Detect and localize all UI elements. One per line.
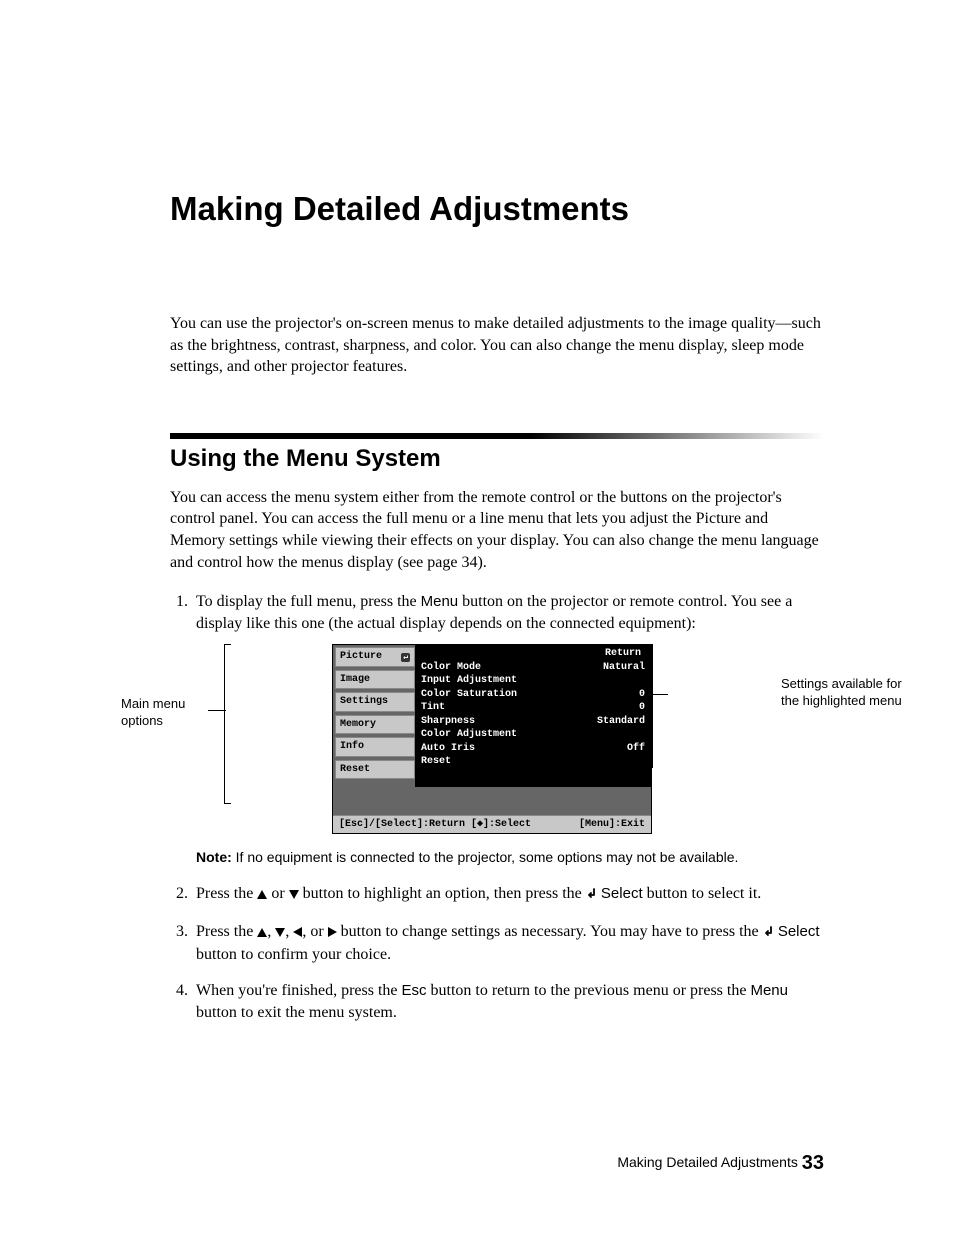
- section-body: You can access the menu system either fr…: [170, 487, 824, 573]
- osd-row-value: Standard: [597, 715, 645, 729]
- osd-tab-settings: Settings: [335, 692, 415, 712]
- osd-tab-reset: Reset: [335, 760, 415, 780]
- callout-left: Main menu options: [121, 696, 206, 730]
- enter-icon: [586, 885, 597, 907]
- osd-spacer: [333, 787, 651, 815]
- note: Note: If no equipment is connected to th…: [196, 848, 824, 867]
- osd-row-label: Sharpness: [421, 715, 475, 729]
- esc-label: Esc: [402, 982, 427, 999]
- step-2-text-a: Press the: [196, 885, 257, 902]
- osd-row-label: Auto Iris: [421, 742, 475, 756]
- step-1-text-a: To display the full menu, press the: [196, 593, 421, 610]
- triangle-right-icon: [328, 927, 337, 937]
- osd-panel: Return Color Mode Natural Input Adjustmen…: [415, 645, 651, 787]
- osd-row: Auto Iris Off: [421, 742, 645, 756]
- osd-row: Reset: [421, 755, 645, 769]
- osd-row-label: Reset: [421, 755, 451, 769]
- select-label: Select: [774, 923, 820, 940]
- page-number: 33: [802, 1152, 824, 1174]
- step-2: Press the or button to highlight an opti…: [192, 883, 824, 907]
- section-heading: Using the Menu System: [170, 445, 824, 473]
- footer-text: Making Detailed Adjustments: [617, 1154, 801, 1170]
- osd-figure: Main menu options Settings available for…: [216, 644, 776, 834]
- osd-footer-left: [Esc]/[Select]:Return [◆]:Select: [339, 818, 531, 832]
- osd-row-label: Tint: [421, 701, 445, 715]
- osd-footer-right: [Menu]:Exit: [579, 818, 645, 832]
- step-2-text-c: button to select it.: [643, 885, 762, 902]
- osd-row-label: Color Adjustment: [421, 728, 517, 742]
- osd-row: Color Mode Natural: [421, 661, 645, 675]
- step-4: When you're finished, press the Esc butt…: [192, 980, 824, 1023]
- osd-row-value: 0: [639, 701, 645, 715]
- step-3: Press the , , , or button to change sett…: [192, 921, 824, 966]
- osd-tab-info: Info: [335, 737, 415, 757]
- osd-row: Color Saturation 0: [421, 688, 645, 702]
- step-1: To display the full menu, press the Menu…: [192, 591, 824, 867]
- enter-icon: ↵: [401, 653, 410, 662]
- triangle-up-icon: [257, 890, 267, 899]
- osd-tab-label: Picture: [340, 650, 382, 664]
- step-2-or: or: [267, 885, 288, 902]
- intro-paragraph: You can use the projector's on-screen me…: [170, 313, 824, 378]
- triangle-up-icon: [257, 928, 267, 937]
- osd-row: Input Adjustment: [421, 674, 645, 688]
- step-4-text-c: button to exit the menu system.: [196, 1004, 397, 1021]
- page-footer: Making Detailed Adjustments 33: [617, 1152, 824, 1175]
- step-3-text-b: button to change settings as necessary. …: [337, 923, 763, 940]
- select-label: Select: [597, 885, 643, 902]
- menu-label: Menu: [750, 982, 788, 999]
- osd-box: Picture ↵ Image Settings Memory Info Res…: [332, 644, 652, 834]
- page-title: Making Detailed Adjustments: [170, 190, 824, 228]
- triangle-down-icon: [275, 928, 285, 937]
- enter-icon: [763, 923, 774, 945]
- osd-footer: [Esc]/[Select]:Return [◆]:Select [Menu]:…: [333, 815, 651, 834]
- step-3-text-a: Press the: [196, 923, 257, 940]
- step-3-comma-1: ,: [267, 923, 275, 940]
- osd-row-value: 0: [639, 688, 645, 702]
- triangle-left-icon: [293, 927, 302, 937]
- osd-row: Sharpness Standard: [421, 715, 645, 729]
- osd-row-label: Color Saturation: [421, 688, 517, 702]
- osd-tabs: Picture ↵ Image Settings Memory Info Res…: [333, 645, 415, 787]
- callout-line-right: [652, 694, 668, 695]
- osd-row-value: Off: [627, 742, 645, 756]
- osd-return: Return: [421, 647, 645, 661]
- step-3-text-c: button to confirm your choice.: [196, 946, 391, 963]
- osd-row-value: Natural: [603, 661, 645, 675]
- menu-button-label: Menu: [421, 593, 459, 610]
- step-2-text-b: button to highlight an option, then pres…: [299, 885, 586, 902]
- bracket-left: [224, 644, 231, 804]
- step-3-comma-2: ,: [285, 923, 293, 940]
- section-divider: [170, 433, 824, 439]
- triangle-down-icon: [289, 890, 299, 899]
- step-4-text-a: When you're finished, press the: [196, 982, 402, 999]
- osd-tab-memory: Memory: [335, 715, 415, 735]
- osd-row: Tint 0: [421, 701, 645, 715]
- note-label: Note:: [196, 849, 232, 865]
- osd-row-label: Input Adjustment: [421, 674, 517, 688]
- osd-tab-picture: Picture ↵: [335, 647, 415, 667]
- step-3-or: , or: [302, 923, 327, 940]
- osd-row-label: Color Mode: [421, 661, 481, 675]
- callout-right: Settings available for the highlighted m…: [781, 676, 921, 710]
- step-4-text-b: button to return to the previous menu or…: [427, 982, 751, 999]
- osd-tab-image: Image: [335, 670, 415, 690]
- note-text: If no equipment is connected to the proj…: [232, 849, 739, 865]
- osd-row: Color Adjustment: [421, 728, 645, 742]
